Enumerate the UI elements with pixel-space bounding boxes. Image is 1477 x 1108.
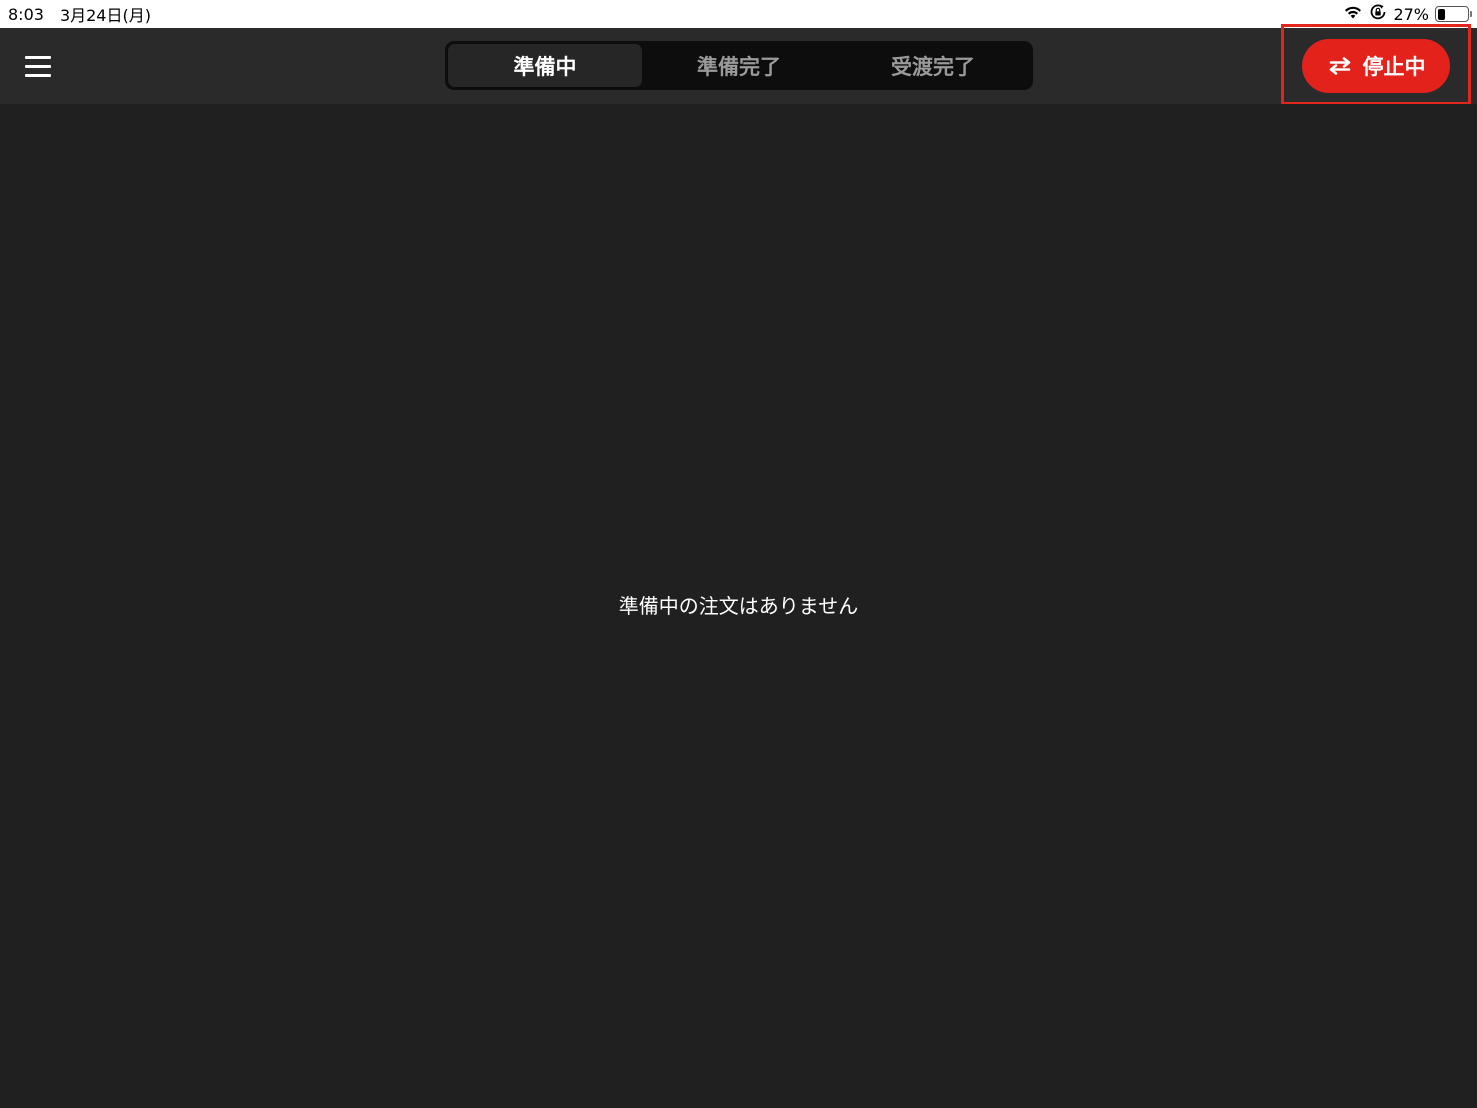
order-status-tabs: 準備中 準備完了 受渡完了 <box>445 41 1033 90</box>
status-bar-right: 27% <box>1343 3 1472 25</box>
status-time: 8:03 <box>8 4 44 24</box>
top-bar: 準備中 準備完了 受渡完了 停止中 <box>0 28 1477 104</box>
store-status-label: 停止中 <box>1362 55 1426 79</box>
empty-state-message: 準備中の注文はありません <box>618 594 859 618</box>
tab-preparing[interactable]: 準備中 <box>448 44 642 87</box>
menu-line <box>25 55 51 59</box>
tab-handed-over[interactable]: 受渡完了 <box>836 44 1030 87</box>
wifi-icon <box>1343 4 1363 24</box>
hamburger-menu-icon[interactable] <box>18 48 58 84</box>
menu-line <box>25 73 51 77</box>
status-bar: 8:03 3月24日(月) 27% <box>0 0 1477 28</box>
store-status-toggle-button[interactable]: 停止中 <box>1302 39 1450 93</box>
screen-lock-icon <box>1369 3 1387 25</box>
status-date: 3月24日(月) <box>59 6 151 25</box>
battery-percent: 27% <box>1393 4 1429 24</box>
tab-ready[interactable]: 準備完了 <box>642 44 836 87</box>
battery-icon <box>1435 6 1472 22</box>
swap-arrows-icon <box>1327 56 1353 76</box>
battery-fill <box>1437 8 1446 20</box>
order-list-area: 準備中の注文はありません <box>0 104 1477 1108</box>
menu-line <box>25 64 51 68</box>
status-bar-left: 8:03 3月24日(月) <box>8 2 151 26</box>
